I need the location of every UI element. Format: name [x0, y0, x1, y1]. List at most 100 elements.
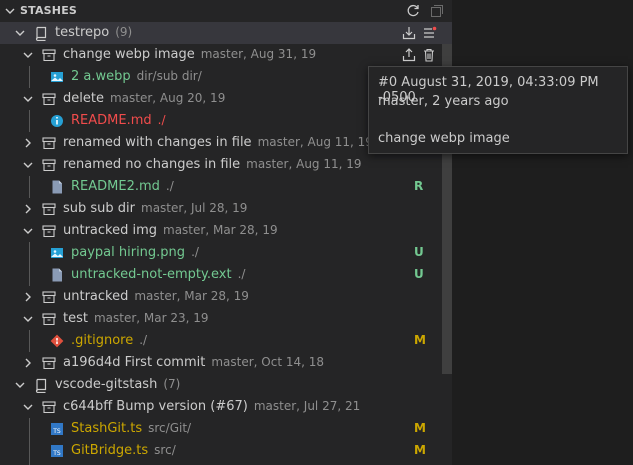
stash-icon — [42, 159, 56, 172]
repo-row-testrepo[interactable]: testrepo (9) — [0, 22, 452, 44]
stash-desc: master, Mar 28, 19 — [163, 223, 278, 237]
repo-icon — [35, 26, 47, 41]
stash-label: delete — [63, 91, 104, 106]
repo-icon — [35, 378, 47, 393]
chevron-right-icon[interactable] — [21, 289, 35, 305]
stash-row[interactable]: sub sub dir master, Jul 28, 19 — [0, 198, 452, 220]
stash-row[interactable]: renamed no changes in file master, Aug 11… — [0, 154, 452, 176]
file-icon — [52, 180, 62, 194]
file-row[interactable]: TS GitBridge.ts src/ M — [0, 440, 452, 462]
file-icon — [52, 268, 62, 282]
file-path: src/ — [154, 443, 176, 457]
stash-row[interactable]: change webp image master, Aug 31, 19 — [0, 44, 452, 66]
tooltip-message: change webp image — [378, 131, 510, 146]
panel-title: STASHES — [20, 4, 78, 17]
stash-row[interactable]: c644bff Bump version (#67) master, Jul 27… — [0, 396, 452, 418]
file-status-badge: M — [414, 333, 426, 347]
chevron-down-icon[interactable] — [13, 25, 27, 41]
stash-row[interactable]: untracked master, Mar 28, 19 — [0, 286, 452, 308]
stash-menu-icon[interactable] — [421, 25, 437, 41]
file-name: GitBridge.ts — [71, 443, 149, 458]
typescript-file-icon: TS — [51, 445, 63, 457]
stash-icon — [42, 357, 56, 370]
file-name: StashGit.ts — [71, 421, 143, 436]
file-name: README.md — [71, 113, 152, 128]
file-status-badge: U — [414, 267, 424, 281]
stashes-header[interactable]: STASHES — [0, 0, 452, 22]
repo-count: (9) — [115, 25, 133, 39]
repo-row-vscode-gitstash[interactable]: vscode-gitstash (7) — [0, 374, 452, 396]
stash-icon — [42, 93, 56, 106]
chevron-down-icon[interactable] — [21, 399, 35, 415]
chevron-down-icon[interactable] — [3, 3, 17, 19]
file-status-badge: M — [414, 421, 426, 435]
stash-desc: master, Aug 31, 19 — [200, 47, 317, 61]
stash-tooltip: #0 August 31, 2019, 04:33:09 PM -0500 ma… — [368, 66, 628, 154]
file-name: untracked-not-empty.ext — [71, 267, 232, 282]
stash-label: renamed with changes in file — [63, 135, 252, 150]
repo-count: (7) — [163, 377, 181, 391]
stash-desc: master, Oct 14, 18 — [211, 355, 325, 369]
stash-label: change webp image — [63, 47, 195, 62]
stash-desc: master, Aug 20, 19 — [109, 91, 226, 105]
pop-stash-icon[interactable] — [401, 47, 417, 63]
stash-row[interactable]: test master, Mar 23, 19 — [0, 308, 452, 330]
chevron-down-icon[interactable] — [21, 91, 35, 107]
stash-icon — [42, 401, 56, 414]
file-path: ./ — [139, 333, 148, 347]
stash-label: renamed no changes in file — [63, 157, 241, 172]
stash-label: c644bff Bump version (#67) — [63, 399, 248, 414]
file-name: .gitignore — [71, 333, 134, 348]
repo-name: vscode-gitstash — [55, 377, 158, 392]
file-name: README2.md — [71, 179, 160, 194]
apply-stash-icon[interactable] — [401, 25, 417, 41]
stash-label: a196d4d First commit — [63, 355, 206, 370]
stash-label: untracked — [63, 289, 129, 304]
stash-desc: master, Mar 23, 19 — [93, 311, 209, 325]
file-status-badge: R — [414, 179, 424, 193]
stash-label: test — [63, 311, 88, 326]
stash-icon — [42, 313, 56, 326]
stash-icon — [42, 203, 56, 216]
chevron-down-icon[interactable] — [21, 157, 35, 173]
git-file-icon — [50, 334, 64, 348]
chevron-down-icon[interactable] — [21, 223, 35, 239]
stash-icon — [42, 137, 56, 150]
stash-icon — [42, 49, 56, 62]
chevron-right-icon[interactable] — [21, 201, 35, 217]
stash-row[interactable]: a196d4d First commit master, Oct 14, 18 — [0, 352, 452, 374]
file-status-badge: M — [414, 443, 426, 457]
trash-icon[interactable] — [421, 47, 437, 63]
image-file-icon — [51, 72, 63, 82]
stash-label: untracked img — [63, 223, 158, 238]
chevron-right-icon[interactable] — [21, 355, 35, 371]
chevron-down-icon[interactable] — [21, 311, 35, 327]
svg-text:TS: TS — [52, 450, 61, 457]
file-path: ./ — [191, 245, 199, 259]
refresh-icon[interactable] — [405, 3, 421, 19]
collapse-all-icon[interactable] — [429, 3, 445, 19]
file-path: ./ — [157, 113, 166, 127]
stash-icon — [42, 291, 56, 304]
chevron-down-icon[interactable] — [21, 47, 35, 63]
file-row[interactable]: paypal hiring.png ./ U — [0, 242, 452, 264]
stash-icon — [42, 225, 56, 238]
file-name: 2 a.webp — [71, 69, 131, 84]
tooltip-branch-age: master, 2 years ago — [378, 94, 509, 109]
file-name: paypal hiring.png — [71, 245, 186, 260]
stash-desc: master, Aug 11, 19 — [246, 157, 362, 171]
chevron-down-icon[interactable] — [13, 377, 27, 393]
file-row[interactable]: README2.md ./ R — [0, 176, 452, 198]
file-path: src/Git/ — [148, 421, 192, 435]
stash-desc: master, Mar 28, 19 — [134, 289, 249, 303]
stash-desc: master, Aug 11, 19 — [257, 135, 373, 149]
stash-row[interactable]: untracked img master, Mar 28, 19 — [0, 220, 452, 242]
file-path: dir/sub dir/ — [136, 69, 202, 83]
file-row[interactable]: .gitignore ./ M — [0, 330, 452, 352]
chevron-right-icon[interactable] — [21, 135, 35, 151]
file-row[interactable]: TS StashGit.ts src/Git/ M — [0, 418, 452, 440]
file-row[interactable]: untracked-not-empty.ext ./ U — [0, 264, 452, 286]
stash-desc: master, Jul 28, 19 — [141, 201, 248, 215]
info-icon — [51, 115, 63, 127]
file-path: ./ — [237, 267, 246, 281]
